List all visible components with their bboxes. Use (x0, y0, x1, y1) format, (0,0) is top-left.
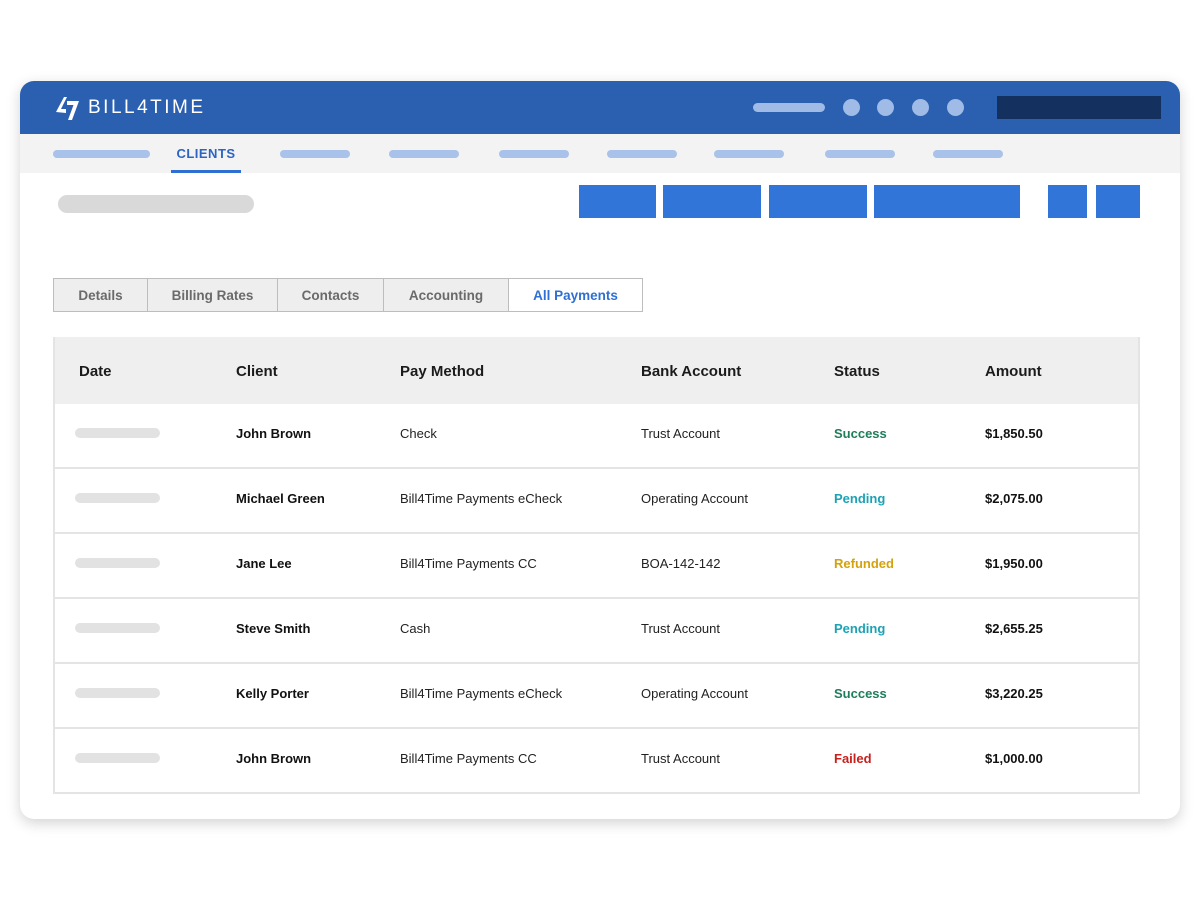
nav-item-placeholder-7[interactable] (825, 150, 895, 158)
cell-client: Steve Smith (236, 621, 311, 636)
col-header-amount[interactable]: Amount (985, 363, 1042, 380)
cell-bank-account: Trust Account (641, 621, 720, 636)
bill4time-logo-icon (56, 97, 79, 120)
table-row[interactable]: Jane Lee Bill4Time Payments CC BOA-142-1… (55, 532, 1138, 597)
cell-client: Jane Lee (236, 556, 292, 571)
nav-item-clients-label: CLIENTS (176, 146, 236, 161)
nav-item-placeholder-4[interactable] (499, 150, 569, 158)
client-tabs: Details Billing Rates Contacts Accountin… (53, 278, 643, 312)
action-button-1[interactable] (579, 185, 656, 218)
cell-pay-method: Bill4Time Payments eCheck (400, 686, 563, 701)
table-row[interactable]: Michael Green Bill4Time Payments eCheck … (55, 467, 1138, 532)
col-header-status[interactable]: Status (834, 363, 880, 380)
action-button-3[interactable] (769, 185, 867, 218)
status-badge: Success (834, 686, 887, 701)
cell-pay-method: Bill4Time Payments CC (400, 751, 537, 766)
page-title-placeholder (58, 195, 254, 213)
brand-logo[interactable]: BILL4TIME (54, 95, 206, 121)
payments-table: Date Client Pay Method Bank Account Stat… (53, 337, 1140, 794)
cell-bank-account: Operating Account (641, 491, 748, 506)
top-header: BILL4TIME (20, 81, 1180, 134)
cell-bank-account: Trust Account (641, 751, 720, 766)
cell-pay-method: Cash (400, 621, 431, 636)
date-placeholder (75, 558, 160, 568)
col-header-date[interactable]: Date (79, 363, 112, 380)
col-header-pay-method[interactable]: Pay Method (400, 363, 484, 380)
main-nav: CLIENTS (20, 134, 1180, 173)
cell-amount: $2,655.25 (985, 621, 1043, 636)
cell-pay-method: Check (400, 426, 437, 441)
cell-amount: $3,220.25 (985, 686, 1043, 701)
header-icon-4[interactable] (947, 99, 964, 116)
cell-client: Michael Green (236, 491, 325, 506)
cell-bank-account: BOA-142-142 (641, 556, 721, 571)
icon-button-1[interactable] (1048, 185, 1087, 218)
status-badge: Success (834, 426, 887, 441)
cell-amount: $2,075.00 (985, 491, 1043, 506)
app-window: BILL4TIME CLIENTS Details Billing Rates … (20, 81, 1180, 819)
cell-client: Kelly Porter (236, 686, 309, 701)
table-body: John Brown Check Trust Account Success $… (55, 404, 1138, 792)
tab-accounting[interactable]: Accounting (384, 278, 509, 312)
table-row[interactable]: John Brown Check Trust Account Success $… (55, 404, 1138, 467)
nav-item-placeholder-8[interactable] (933, 150, 1003, 158)
header-user-placeholder[interactable] (753, 103, 825, 112)
date-placeholder (75, 688, 160, 698)
nav-item-placeholder-1[interactable] (53, 150, 150, 158)
status-badge: Failed (834, 751, 872, 766)
action-button-4[interactable] (874, 185, 1020, 218)
tab-billing-rates[interactable]: Billing Rates (148, 278, 278, 312)
col-header-bank-account[interactable]: Bank Account (641, 363, 741, 380)
date-placeholder (75, 493, 160, 503)
cell-client: John Brown (236, 751, 312, 766)
date-placeholder (75, 623, 160, 633)
status-badge: Pending (834, 491, 886, 506)
header-search-box[interactable] (997, 96, 1161, 119)
header-icon-2[interactable] (877, 99, 894, 116)
nav-active-underline (171, 170, 241, 173)
cell-amount: $1,850.50 (985, 426, 1043, 441)
table-header: Date Client Pay Method Bank Account Stat… (55, 337, 1138, 404)
cell-pay-method: Bill4Time Payments eCheck (400, 491, 563, 506)
date-placeholder (75, 753, 160, 763)
tab-all-payments[interactable]: All Payments (509, 278, 643, 312)
status-badge: Pending (834, 621, 886, 636)
header-icon-3[interactable] (912, 99, 929, 116)
cell-bank-account: Operating Account (641, 686, 748, 701)
col-header-client[interactable]: Client (236, 363, 278, 380)
cell-amount: $1,950.00 (985, 556, 1043, 571)
cell-client: John Brown (236, 426, 312, 441)
header-icon-1[interactable] (843, 99, 860, 116)
tab-contacts[interactable]: Contacts (278, 278, 384, 312)
date-placeholder (75, 428, 160, 438)
brand-name: BILL4TIME (88, 97, 206, 118)
nav-item-placeholder-3[interactable] (389, 150, 459, 158)
cell-bank-account: Trust Account (641, 426, 720, 441)
tab-details[interactable]: Details (53, 278, 148, 312)
nav-item-placeholder-5[interactable] (607, 150, 677, 158)
table-row[interactable]: John Brown Bill4Time Payments CC Trust A… (55, 727, 1138, 792)
table-row[interactable]: Kelly Porter Bill4Time Payments eCheck O… (55, 662, 1138, 727)
status-badge: Refunded (834, 556, 894, 571)
table-row[interactable]: Steve Smith Cash Trust Account Pending $… (55, 597, 1138, 662)
action-button-2[interactable] (663, 185, 761, 218)
cell-pay-method: Bill4Time Payments CC (400, 556, 537, 571)
nav-item-clients[interactable]: CLIENTS (171, 134, 241, 173)
icon-button-2[interactable] (1096, 185, 1140, 218)
nav-item-placeholder-6[interactable] (714, 150, 784, 158)
cell-amount: $1,000.00 (985, 751, 1043, 766)
nav-item-placeholder-2[interactable] (280, 150, 350, 158)
